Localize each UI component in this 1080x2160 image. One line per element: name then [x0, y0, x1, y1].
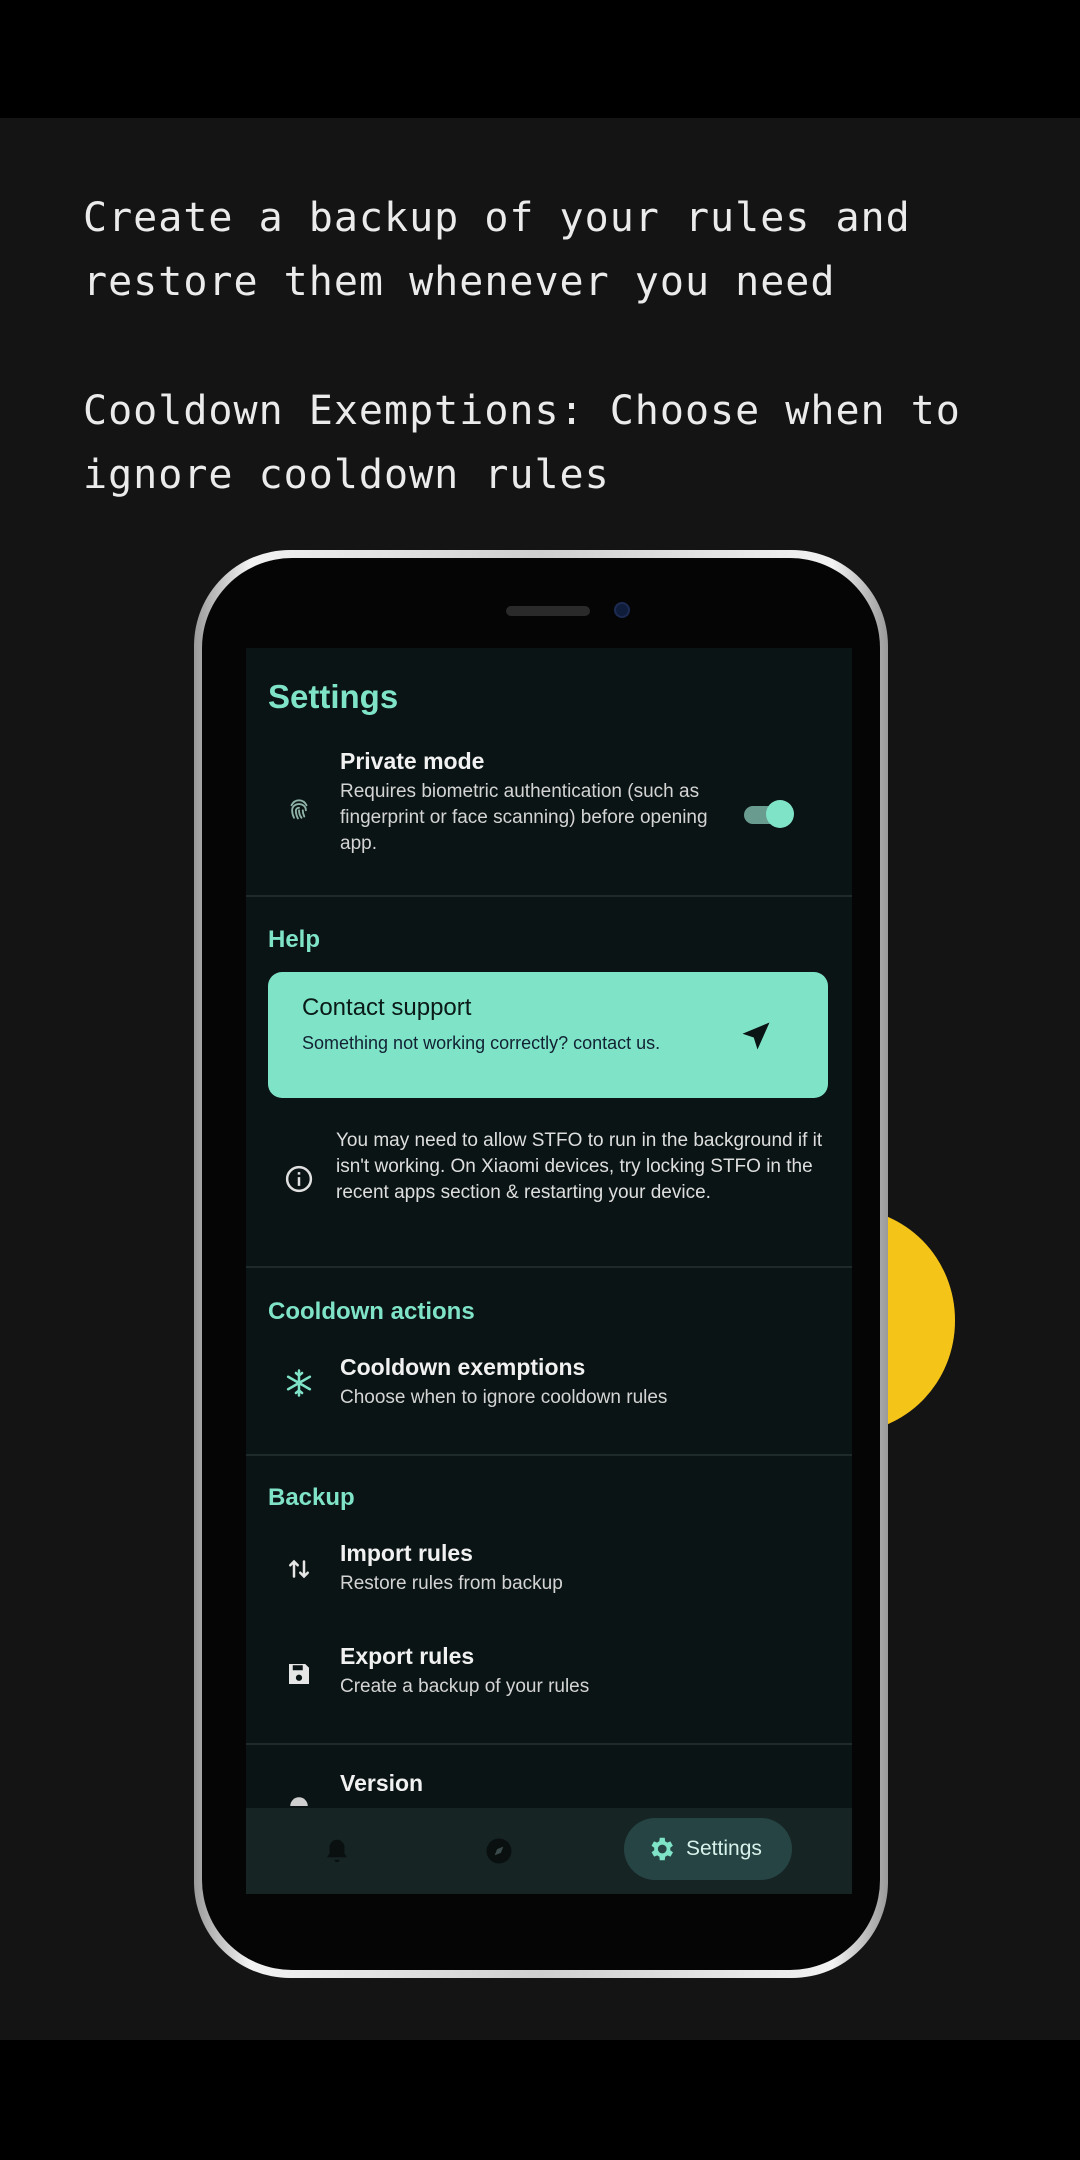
fingerprint-icon — [290, 799, 308, 820]
snowflake-icon — [286, 1369, 312, 1397]
divider — [246, 1266, 852, 1268]
divider — [246, 1454, 852, 1456]
phone-bezel: Settings Private mode Requires biometric… — [202, 558, 880, 1970]
export-rules-row[interactable]: Export rules Create a backup of your rul… — [246, 1643, 852, 1717]
contact-support-title: Contact support — [302, 994, 472, 1021]
contact-support-button[interactable]: Contact support Something not working co… — [268, 972, 828, 1098]
private-mode-title: Private mode — [340, 748, 485, 774]
compass-icon[interactable] — [484, 1836, 514, 1866]
private-mode-toggle[interactable] — [744, 800, 794, 828]
cooldown-exemptions-title: Cooldown exemptions — [340, 1354, 586, 1380]
import-rules-title: Import rules — [340, 1540, 473, 1566]
contact-support-subtitle: Something not working correctly? contact… — [302, 1033, 661, 1053]
version-row[interactable]: Version — [246, 1770, 852, 1810]
section-help: Help — [268, 926, 321, 953]
gear-icon — [651, 1837, 673, 1861]
page-title: Settings — [268, 678, 399, 715]
phone-frame: Settings Private mode Requires biometric… — [194, 550, 888, 1978]
divider — [246, 1743, 852, 1745]
app-screen: Settings Private mode Requires biometric… — [246, 648, 852, 1894]
bottom-navigation: Settings — [246, 1808, 852, 1894]
import-rules-subtitle: Restore rules from backup — [340, 1573, 563, 1594]
version-title: Version — [340, 1770, 424, 1796]
section-backup: Backup — [268, 1484, 355, 1511]
bell-icon[interactable] — [322, 1836, 352, 1866]
canvas: Create a backup of your rules and restor… — [0, 0, 1080, 2160]
cooldown-exemptions-row[interactable]: Cooldown exemptions Choose when to ignor… — [246, 1354, 852, 1428]
send-icon — [742, 1022, 770, 1050]
export-rules-title: Export rules — [340, 1643, 475, 1669]
save-icon — [289, 1664, 309, 1684]
private-mode-subtitle: Requires biometric authentication (such … — [340, 781, 708, 854]
toggle-knob — [766, 800, 794, 828]
phone-camera — [614, 602, 630, 618]
promo-line-2: Cooldown Exemptions: Choose when to igno… — [83, 388, 961, 498]
promo-line-1: Create a backup of your rules and restor… — [83, 195, 911, 305]
phone-speaker — [506, 606, 590, 616]
section-cooldown: Cooldown actions — [268, 1298, 475, 1325]
info-icon — [285, 1165, 313, 1193]
import-rules-row[interactable]: Import rules Restore rules from backup — [246, 1540, 852, 1614]
export-rules-subtitle: Create a backup of your rules — [340, 1676, 590, 1697]
swap-vertical-icon — [289, 1559, 309, 1579]
cooldown-exemptions-subtitle: Choose when to ignore cooldown rules — [340, 1387, 668, 1408]
nav-settings-label: Settings — [686, 1837, 762, 1860]
divider — [246, 895, 852, 897]
private-mode-row[interactable]: Private mode Requires biometric authenti… — [246, 748, 852, 868]
background-info-text: You may need to allow STFO to run in the… — [336, 1130, 823, 1203]
nav-settings-tab[interactable]: Settings — [624, 1818, 792, 1880]
